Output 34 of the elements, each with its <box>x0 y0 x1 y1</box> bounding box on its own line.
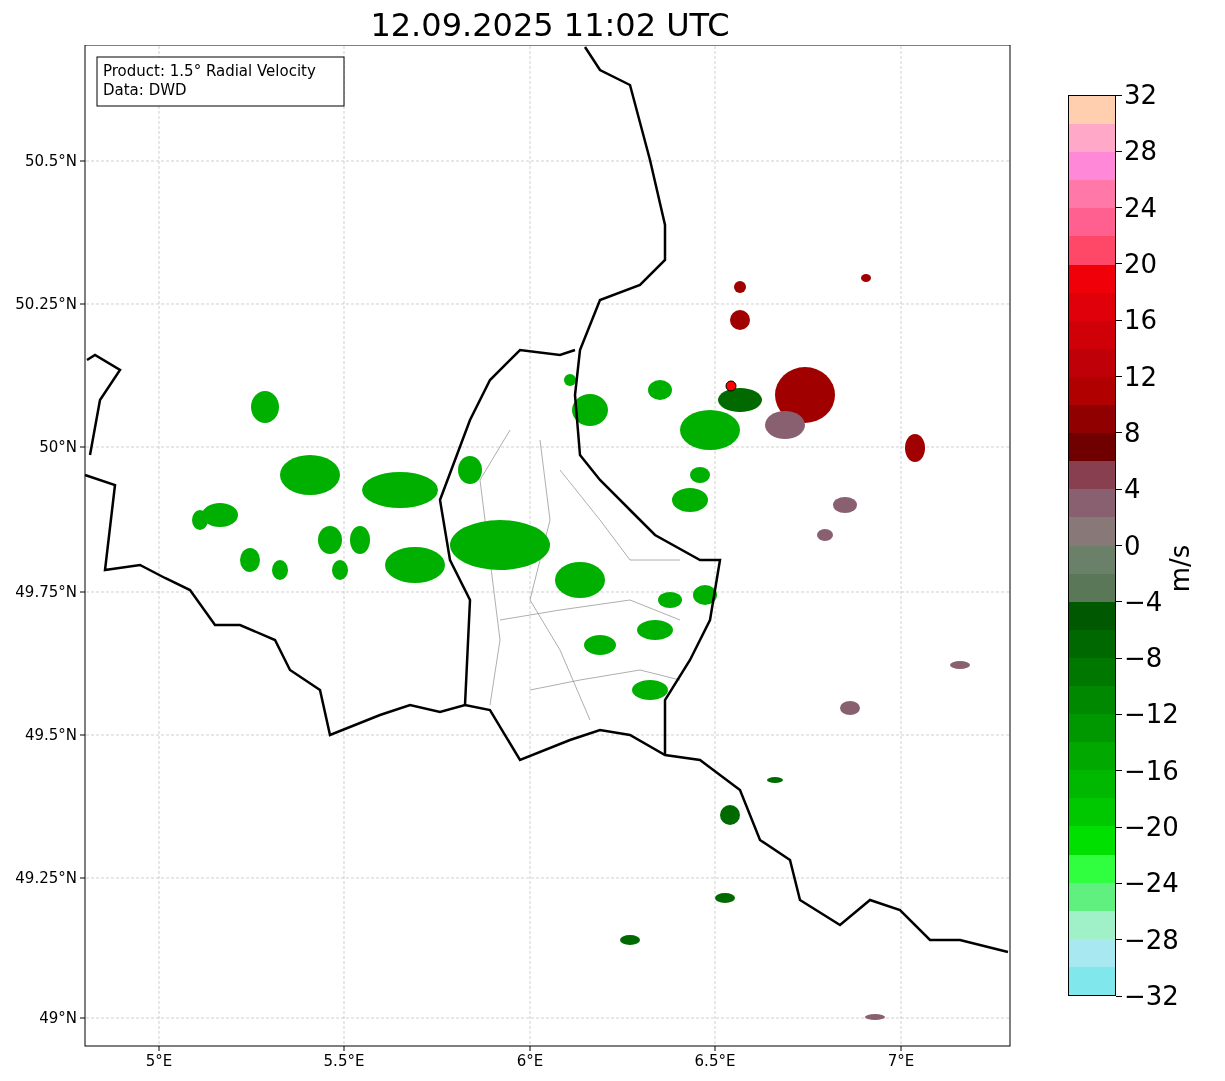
latitude-label: 49.5°N <box>24 726 77 744</box>
colorbar-tick-label: 4 <box>1124 475 1141 504</box>
colorbar-tick-label: 24 <box>1124 193 1158 222</box>
latitude-label: 50.25°N <box>15 295 77 313</box>
longitude-label: 5°E <box>145 1052 173 1070</box>
longitude-label: 6°E <box>516 1052 544 1070</box>
colorbar-tick-label: −32 <box>1124 982 1179 1010</box>
colorbar-tick-label: 8 <box>1124 418 1141 447</box>
latitude-label: 50.5°N <box>24 152 77 170</box>
colorbar-tick-label: −4 <box>1124 587 1163 616</box>
latitude-label: 49°N <box>39 1009 77 1027</box>
colorbar-tick-label: −28 <box>1124 925 1179 954</box>
colorbar-tick-label: 12 <box>1124 362 1158 391</box>
legend-text: Data: DWD <box>103 81 187 99</box>
colorbar-tick-label: −8 <box>1124 644 1163 673</box>
colorbar-tick-label: 0 <box>1124 531 1141 560</box>
longitude-label: 7°E <box>887 1052 915 1070</box>
colorbar-tick-label: 32 <box>1124 81 1158 109</box>
radar-site-marker <box>725 380 737 392</box>
longitude-label: 6.5°E <box>694 1052 736 1070</box>
latitude-label: 50°N <box>39 438 77 456</box>
longitude-label: 5.5°E <box>323 1052 365 1070</box>
chart-title: 12.09.2025 11:02 UTC <box>370 5 730 45</box>
latitude-label: 49.75°N <box>15 583 77 601</box>
colorbar-tick-label: 20 <box>1124 249 1158 278</box>
colorbar-tick-label: −12 <box>1124 700 1179 729</box>
colorbar-tick-label: −16 <box>1124 756 1179 785</box>
legend-text: Product: 1.5° Radial Velocity <box>103 62 316 80</box>
colorbar-unit-label: m/s <box>1164 544 1197 592</box>
colorbar-tick-label: 16 <box>1124 306 1158 335</box>
colorbar-tick-label: 28 <box>1124 137 1158 166</box>
latitude-label: 49.25°N <box>15 869 77 887</box>
colorbar-tick-label: −20 <box>1124 813 1179 842</box>
colorbar-tick-label: −24 <box>1124 869 1179 898</box>
